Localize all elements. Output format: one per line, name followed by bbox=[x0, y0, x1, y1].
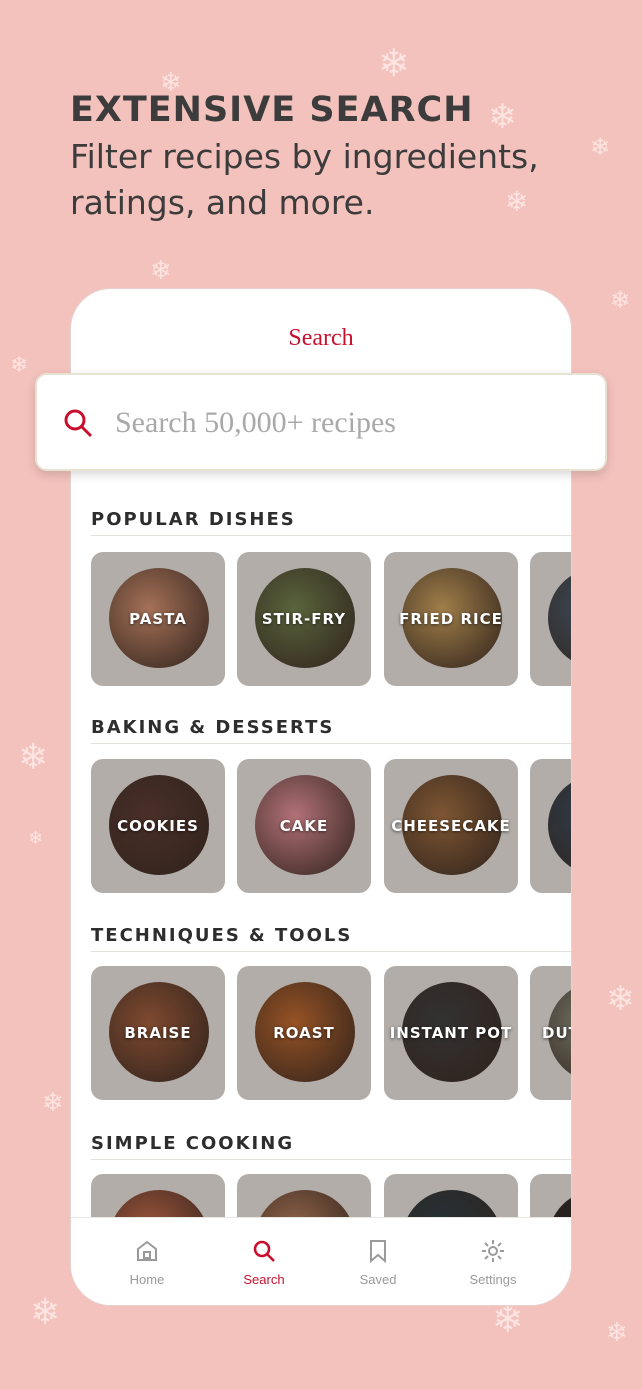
snowflake-icon: ❄ bbox=[30, 1292, 61, 1333]
tab-label: Search bbox=[243, 1272, 285, 1287]
category-tile-cake[interactable]: CAKE bbox=[237, 759, 371, 893]
snowflake-icon: ❄ bbox=[42, 1088, 64, 1118]
search-icon bbox=[253, 1240, 275, 1262]
snowflake-icon: ❄ bbox=[18, 737, 49, 778]
snowflake-icon: ❄ bbox=[28, 828, 44, 849]
category-tile-roast[interactable]: ROAST bbox=[237, 966, 371, 1100]
snowflake-icon: ❄ bbox=[606, 1318, 628, 1348]
category-tile-cheesecake[interactable]: CHEESECAKE bbox=[384, 759, 518, 893]
category-tile-partial[interactable] bbox=[530, 759, 571, 893]
promo-headline-block: EXTENSIVE SEARCH Filter recipes by ingre… bbox=[70, 90, 610, 226]
category-tile-dutch-oven[interactable]: DUT bbox=[530, 966, 571, 1100]
category-label: STIR-FRY bbox=[261, 610, 347, 628]
category-label: COOKIES bbox=[117, 817, 199, 835]
category-tile-partial[interactable] bbox=[530, 552, 571, 686]
category-tile-pasta[interactable]: PASTA bbox=[91, 552, 225, 686]
category-tile-fried-rice[interactable]: FRIED RICE bbox=[384, 552, 518, 686]
category-tile-partial[interactable] bbox=[384, 1174, 518, 1217]
divider bbox=[91, 743, 571, 744]
category-tile-braise[interactable]: BRAISE bbox=[91, 966, 225, 1100]
section-title-techniques-tools: TECHNIQUES & TOOLS bbox=[91, 925, 353, 946]
page-title: Search bbox=[288, 325, 354, 351]
category-label: INSTANT POT bbox=[389, 1024, 513, 1042]
snowflake-icon: ❄ bbox=[606, 979, 635, 1019]
search-icon bbox=[64, 409, 93, 438]
bottom-tab-bar: Home Search Saved Settings bbox=[71, 1217, 571, 1305]
snowflake-icon: ❄ bbox=[378, 41, 410, 85]
category-tile-partial[interactable] bbox=[91, 1174, 225, 1217]
category-tile-stir-fry[interactable]: STIR-FRY bbox=[237, 552, 371, 686]
snowflake-icon: ❄ bbox=[150, 256, 172, 286]
gear-icon bbox=[482, 1240, 504, 1262]
tab-home[interactable]: Home bbox=[102, 1238, 192, 1287]
category-label: FRIED RICE bbox=[399, 610, 503, 628]
category-tile-partial[interactable] bbox=[237, 1174, 371, 1217]
snowflake-icon: ❄ bbox=[492, 1297, 524, 1341]
category-label: ROAST bbox=[273, 1024, 335, 1042]
divider bbox=[91, 1159, 571, 1160]
promo-subheadline: Filter recipes by ingredients, ratings, … bbox=[70, 137, 539, 222]
section-title-baking-desserts: BAKING & DESSERTS bbox=[91, 717, 335, 738]
home-icon bbox=[137, 1240, 157, 1261]
category-label: CAKE bbox=[279, 817, 329, 835]
search-bar[interactable] bbox=[35, 373, 607, 471]
category-label: CHEESECAKE bbox=[391, 817, 511, 835]
tab-label: Saved bbox=[359, 1272, 397, 1287]
category-tile-instant-pot[interactable]: INSTANT POT bbox=[384, 966, 518, 1100]
tab-search[interactable]: Search bbox=[219, 1238, 309, 1287]
category-label: BRAISE bbox=[124, 1024, 192, 1042]
category-label: PASTA bbox=[129, 610, 187, 628]
category-tile-partial[interactable] bbox=[530, 1174, 571, 1217]
divider bbox=[91, 951, 571, 952]
section-title-popular-dishes: POPULAR DISHES bbox=[91, 509, 296, 530]
section-title-simple-cooking: SIMPLE COOKING bbox=[91, 1133, 295, 1154]
snowflake-icon: ❄ bbox=[10, 353, 29, 378]
tab-settings[interactable]: Settings bbox=[448, 1238, 538, 1287]
category-label: DUT bbox=[542, 1024, 571, 1042]
tab-label: Home bbox=[129, 1272, 165, 1287]
category-tile-cookies[interactable]: COOKIES bbox=[91, 759, 225, 893]
search-input[interactable] bbox=[113, 397, 587, 449]
tab-saved[interactable]: Saved bbox=[333, 1238, 423, 1287]
tab-label: Settings bbox=[469, 1272, 517, 1287]
category-list: POPULAR DISHES PASTA STIR-FRY FRIED RICE… bbox=[71, 479, 571, 1217]
snowflake-icon: ❄ bbox=[610, 286, 631, 314]
divider bbox=[91, 535, 571, 536]
promo-headline: EXTENSIVE SEARCH bbox=[70, 90, 474, 130]
bookmark-icon bbox=[370, 1240, 386, 1264]
